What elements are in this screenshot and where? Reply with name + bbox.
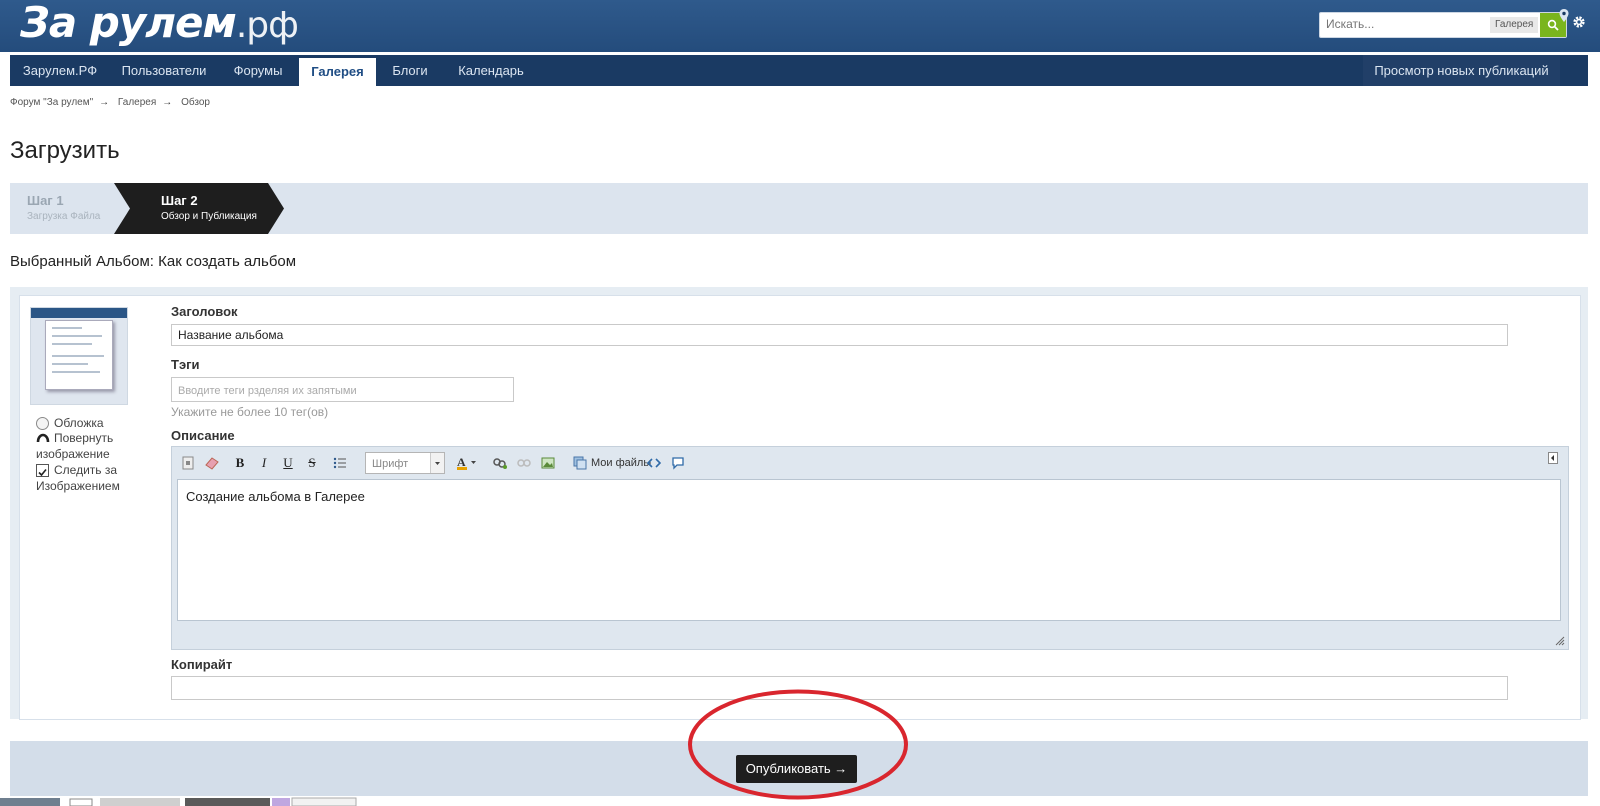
tags-input[interactable] <box>171 377 514 402</box>
code-button[interactable] <box>644 453 664 473</box>
my-files-label: Мои файлы <box>591 457 652 469</box>
step-2-arrow <box>114 183 284 234</box>
step-2-subtitle: Обзор и Публикация <box>161 211 257 222</box>
list-icon <box>333 457 346 469</box>
site-logo[interactable]: За рулем.рф <box>20 0 299 50</box>
follow-image-checkbox[interactable] <box>36 464 49 477</box>
files-icon <box>573 456 587 470</box>
link-icon <box>493 458 507 469</box>
bottom-taskbar-fragment <box>0 797 357 806</box>
quote-button[interactable] <box>668 453 688 473</box>
step-2: Шаг 2 Обзор и Публикация <box>114 183 284 234</box>
nav-item-users[interactable]: Пользователи <box>111 55 217 86</box>
breadcrumb-item-gallery[interactable]: Галерея <box>118 97 156 108</box>
insert-image-button[interactable] <box>538 453 558 473</box>
text-color-icon: A <box>457 455 476 470</box>
nav-item-zarulem[interactable]: Зарулем.РФ <box>10 55 110 86</box>
document-icon <box>182 456 194 470</box>
breadcrumb-arrow-icon: → <box>99 97 110 108</box>
search-box: Галерея <box>1319 12 1567 38</box>
thumbnail-header-bar <box>31 308 127 318</box>
unlink-icon <box>517 459 531 467</box>
description-label: Описание <box>171 428 235 443</box>
breadcrumb-item-overview: Обзор <box>181 97 210 108</box>
thumbnail-line <box>52 335 102 337</box>
thumbnail-line <box>52 343 92 345</box>
bullet-list-button[interactable] <box>330 453 350 473</box>
thumbnail-page <box>45 320 113 390</box>
rotate-option-label-2[interactable]: изображение <box>36 447 110 462</box>
font-select-value: Шрифт <box>372 458 409 470</box>
bold-button[interactable]: B <box>230 453 250 473</box>
thumbnail-line <box>52 327 82 329</box>
eraser-icon <box>205 457 219 470</box>
highlight-ellipse <box>688 689 908 800</box>
page-title: Загрузить <box>10 137 120 164</box>
speech-bubble-icon <box>672 457 684 470</box>
breadcrumb: Форум "За рулем" → Галерея → Обзор <box>10 97 216 108</box>
gear-icon[interactable] <box>1571 14 1587 30</box>
selected-album-heading: Выбранный Альбом: Как создать альбом <box>10 253 297 270</box>
search-scope-selector[interactable]: Галерея <box>1490 17 1539 33</box>
cover-radio[interactable] <box>36 417 49 430</box>
main-nav: Зарулем.РФ Пользователи Форумы Галерея Б… <box>10 55 1588 86</box>
title-label: Заголовок <box>171 304 238 319</box>
italic-button[interactable]: I <box>254 453 274 473</box>
unlink-button[interactable] <box>514 453 534 473</box>
site-header: За рулем.рф Галерея <box>0 0 1600 52</box>
svg-text:A: A <box>457 455 466 469</box>
nav-item-calendar[interactable]: Календарь <box>444 55 538 86</box>
step-1-title: Шаг 1 <box>27 193 64 208</box>
tags-hint: Укажите не более 10 тег(ов) <box>171 405 329 419</box>
follow-image-label: Следить за <box>54 463 118 477</box>
font-select[interactable]: Шрифт <box>365 452 445 474</box>
logo-suffix: .рф <box>235 5 299 46</box>
title-input[interactable] <box>171 324 1508 346</box>
strikethrough-button[interactable]: S <box>302 453 322 473</box>
breadcrumb-arrow-icon: → <box>162 97 173 108</box>
collapse-toolbar-icon[interactable] <box>1548 452 1558 464</box>
checkmark-icon <box>38 468 47 477</box>
image-icon <box>541 457 555 469</box>
cover-option-label: Обложка <box>54 416 104 430</box>
upload-steps: Шаг 1 Загрузка Файла Шаг 2 Обзор и Публи… <box>10 183 1588 234</box>
thumbnail-line <box>52 355 104 357</box>
eraser-button[interactable] <box>202 453 222 473</box>
thumbnail-line <box>52 363 88 365</box>
breadcrumb-item-forum[interactable]: Форум "За рулем" <box>10 97 93 108</box>
rich-text-editor: B I U S Шрифт A Мои файлы Создание альбо… <box>171 446 1569 650</box>
chevron-down-icon <box>430 453 444 473</box>
source-button[interactable] <box>178 453 198 473</box>
code-icon <box>647 458 661 468</box>
description-editor-area[interactable]: Создание альбома в Галерее <box>177 479 1561 621</box>
text-color-button[interactable]: A <box>454 453 480 473</box>
tags-label: Тэги <box>171 357 200 372</box>
underline-button[interactable]: U <box>278 453 298 473</box>
link-button[interactable] <box>490 453 510 473</box>
follow-image-label-2: Изображением <box>36 479 120 493</box>
resize-handle-icon[interactable] <box>1555 636 1565 646</box>
logo-text: За рулем <box>20 0 237 47</box>
nav-item-forums[interactable]: Форумы <box>218 55 298 86</box>
map-pin-icon[interactable] <box>1557 8 1571 24</box>
view-new-posts-link[interactable]: Просмотр новых публикаций <box>1363 55 1560 86</box>
copyright-label: Копирайт <box>171 657 233 672</box>
rotate-icon[interactable] <box>36 433 50 443</box>
step-1-subtitle: Загрузка Файла <box>27 211 101 222</box>
nav-item-blogs[interactable]: Блоги <box>377 55 443 86</box>
step-2-title: Шаг 2 <box>161 193 198 208</box>
nav-item-gallery[interactable]: Галерея <box>299 58 376 86</box>
my-files-button[interactable]: Мои файлы <box>573 453 651 473</box>
search-input[interactable] <box>1320 13 1498 35</box>
rotate-option-label[interactable]: Повернуть <box>54 431 113 446</box>
image-thumbnail[interactable] <box>30 307 128 405</box>
thumbnail-line <box>52 371 100 373</box>
step-1: Шаг 1 Загрузка Файла <box>10 183 123 234</box>
